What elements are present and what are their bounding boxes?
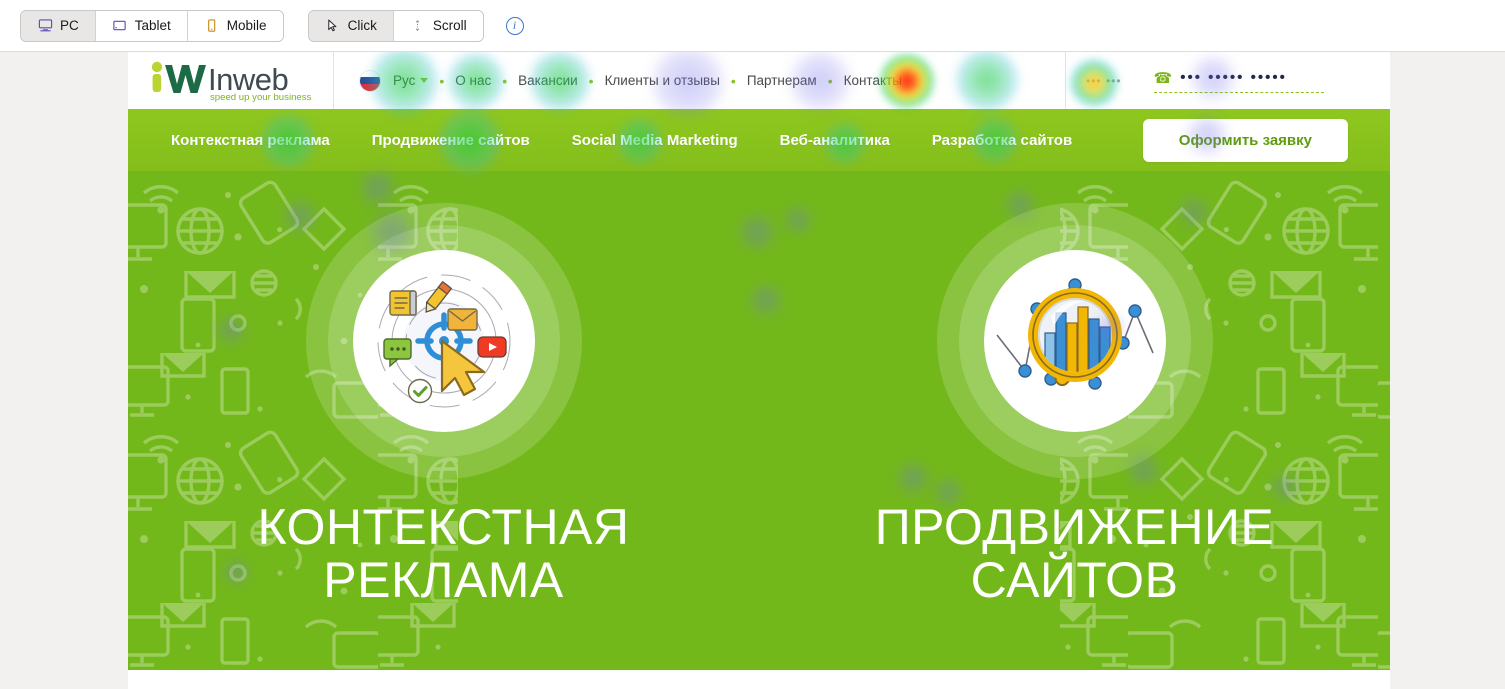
main-nav-item-web-dev[interactable]: Разработка сайтов: [932, 132, 1072, 149]
top-nav-item-about[interactable]: О нас: [455, 73, 491, 88]
hero-card-seo[interactable]: ПРОДВИЖЕНИЕ САЙТОВ: [759, 171, 1390, 689]
hero-title-context-ads: КОНТЕКСТНАЯ РЕКЛАМА: [128, 501, 759, 607]
hero-title-line1: КОНТЕКСТНАЯ: [257, 499, 630, 555]
website-preview: Inweb speed up your business Рус • О нас…: [128, 52, 1390, 689]
site-top-nav: Рус • О нас • Вакансии • Клиенты и отзыв…: [334, 52, 1065, 109]
hero-title-seo: ПРОДВИЖЕНИЕ САЙТОВ: [759, 501, 1390, 607]
main-nav-item-web-dev-label: Разработка сайтов: [931, 131, 1073, 149]
hero-art-context-ads: [352, 250, 535, 432]
main-nav-item-context-ads-label: Контекстная реклама: [171, 131, 330, 149]
phone-underline: [1153, 91, 1324, 93]
hero-title-line2: РЕКЛАМА: [323, 552, 564, 608]
cursor-icon: [325, 18, 341, 34]
interaction-mode-group: Click Scroll: [307, 9, 484, 42]
desktop-icon: [37, 18, 53, 34]
top-nav-item-vacancies[interactable]: Вакансии: [518, 73, 578, 88]
cta-request-button-label: Оформить заявку: [1178, 131, 1312, 149]
device-button-pc[interactable]: PC: [21, 10, 96, 41]
info-icon[interactable]: i: [505, 16, 524, 35]
nav-separator: •: [730, 72, 736, 89]
mode-button-scroll[interactable]: Scroll: [393, 10, 483, 41]
phone-number-block[interactable]: ☎ ••• ••••• •••••: [1153, 69, 1324, 93]
nav-separator: •: [827, 72, 833, 89]
magnifier-chart-icon: [995, 278, 1154, 390]
nav-separator: •: [588, 72, 594, 89]
russia-flag-icon: [360, 70, 380, 91]
nav-separator: •: [502, 72, 508, 89]
top-nav-item-about-label: О нас: [455, 73, 492, 88]
info-icon-glyph: i: [512, 18, 517, 32]
target-cursor-icon: [377, 274, 510, 408]
page-content-below-hero: [128, 670, 1390, 689]
top-nav-item-contacts-label: Контакты: [843, 73, 902, 88]
top-nav-item-clients[interactable]: Клиенты и отзывы: [605, 73, 720, 88]
mode-button-click[interactable]: Click: [308, 10, 394, 41]
device-button-mobile-label: Mobile: [226, 18, 267, 33]
main-nav-item-smm-label: Social Media Marketing: [571, 131, 738, 149]
nav-separator: •: [439, 72, 445, 89]
hero-art-seo: [983, 250, 1166, 432]
main-nav-item-context-ads[interactable]: Контекстная реклама: [171, 132, 330, 149]
device-mode-toolbar: PC Tablet Mobile Click Scroll i: [0, 0, 1505, 52]
top-nav-item-partners-label: Партнерам: [746, 73, 817, 88]
top-nav-item-partners[interactable]: Партнерам: [747, 73, 817, 88]
site-main-nav: Контекстная реклама Продвижение сайтов S…: [128, 109, 1390, 171]
hero-banner: КОНТЕКСТНАЯ РЕКЛАМА ПРОДВИЖЕНИЕ САЙТОВ: [128, 171, 1390, 689]
hero-title-line1: ПРОДВИЖЕНИЕ: [874, 499, 1275, 555]
top-nav-item-clients-label: Клиенты и отзывы: [604, 73, 720, 88]
device-button-tablet-label: Tablet: [134, 18, 171, 33]
mode-button-click-label: Click: [347, 18, 377, 33]
scroll-icon: [410, 18, 426, 34]
tablet-icon: [112, 18, 128, 34]
device-button-pc-label: PC: [60, 18, 79, 33]
main-nav-item-seo-label: Продвижение сайтов: [371, 131, 530, 149]
mobile-icon: [204, 18, 220, 34]
main-nav-item-seo[interactable]: Продвижение сайтов: [372, 132, 530, 149]
language-switcher[interactable]: Рус: [360, 70, 429, 91]
main-nav-item-smm[interactable]: Social Media Marketing: [572, 132, 738, 149]
hero-card-context-ads[interactable]: КОНТЕКСТНАЯ РЕКЛАМА: [128, 171, 759, 689]
site-header: Inweb speed up your business Рус • О нас…: [128, 52, 1390, 109]
site-phone-block: ••• ••• ☎ ••• ••••• •••••: [1065, 52, 1390, 109]
iw-logo-icon: Inweb speed up your business: [148, 60, 314, 102]
phone-icon: ☎: [1153, 69, 1173, 87]
svg-text:speed up your business: speed up your business: [210, 92, 312, 102]
chevron-down-icon: [420, 78, 429, 83]
hero-title-line2: САЙТОВ: [970, 552, 1179, 608]
phone-extra-mask[interactable]: ••• •••: [1086, 74, 1122, 88]
language-switcher-label: Рус: [393, 73, 416, 88]
cta-request-button[interactable]: Оформить заявку: [1142, 118, 1348, 162]
device-button-mobile[interactable]: Mobile: [187, 10, 283, 41]
hero-columns: КОНТЕКСТНАЯ РЕКЛАМА ПРОДВИЖЕНИЕ САЙТОВ: [128, 171, 1390, 689]
site-logo[interactable]: Inweb speed up your business: [128, 52, 334, 109]
device-button-tablet[interactable]: Tablet: [95, 10, 188, 41]
mode-button-scroll-label: Scroll: [432, 18, 467, 33]
phone-number-mask: ••• ••••• •••••: [1180, 69, 1287, 86]
main-nav-item-analytics-label: Веб-аналитика: [779, 131, 890, 149]
top-nav-item-vacancies-label: Вакансии: [518, 73, 578, 88]
top-nav-item-contacts[interactable]: Контакты: [844, 73, 902, 88]
main-nav-item-analytics[interactable]: Веб-аналитика: [780, 132, 890, 149]
device-selector-group: PC Tablet Mobile: [20, 9, 284, 42]
